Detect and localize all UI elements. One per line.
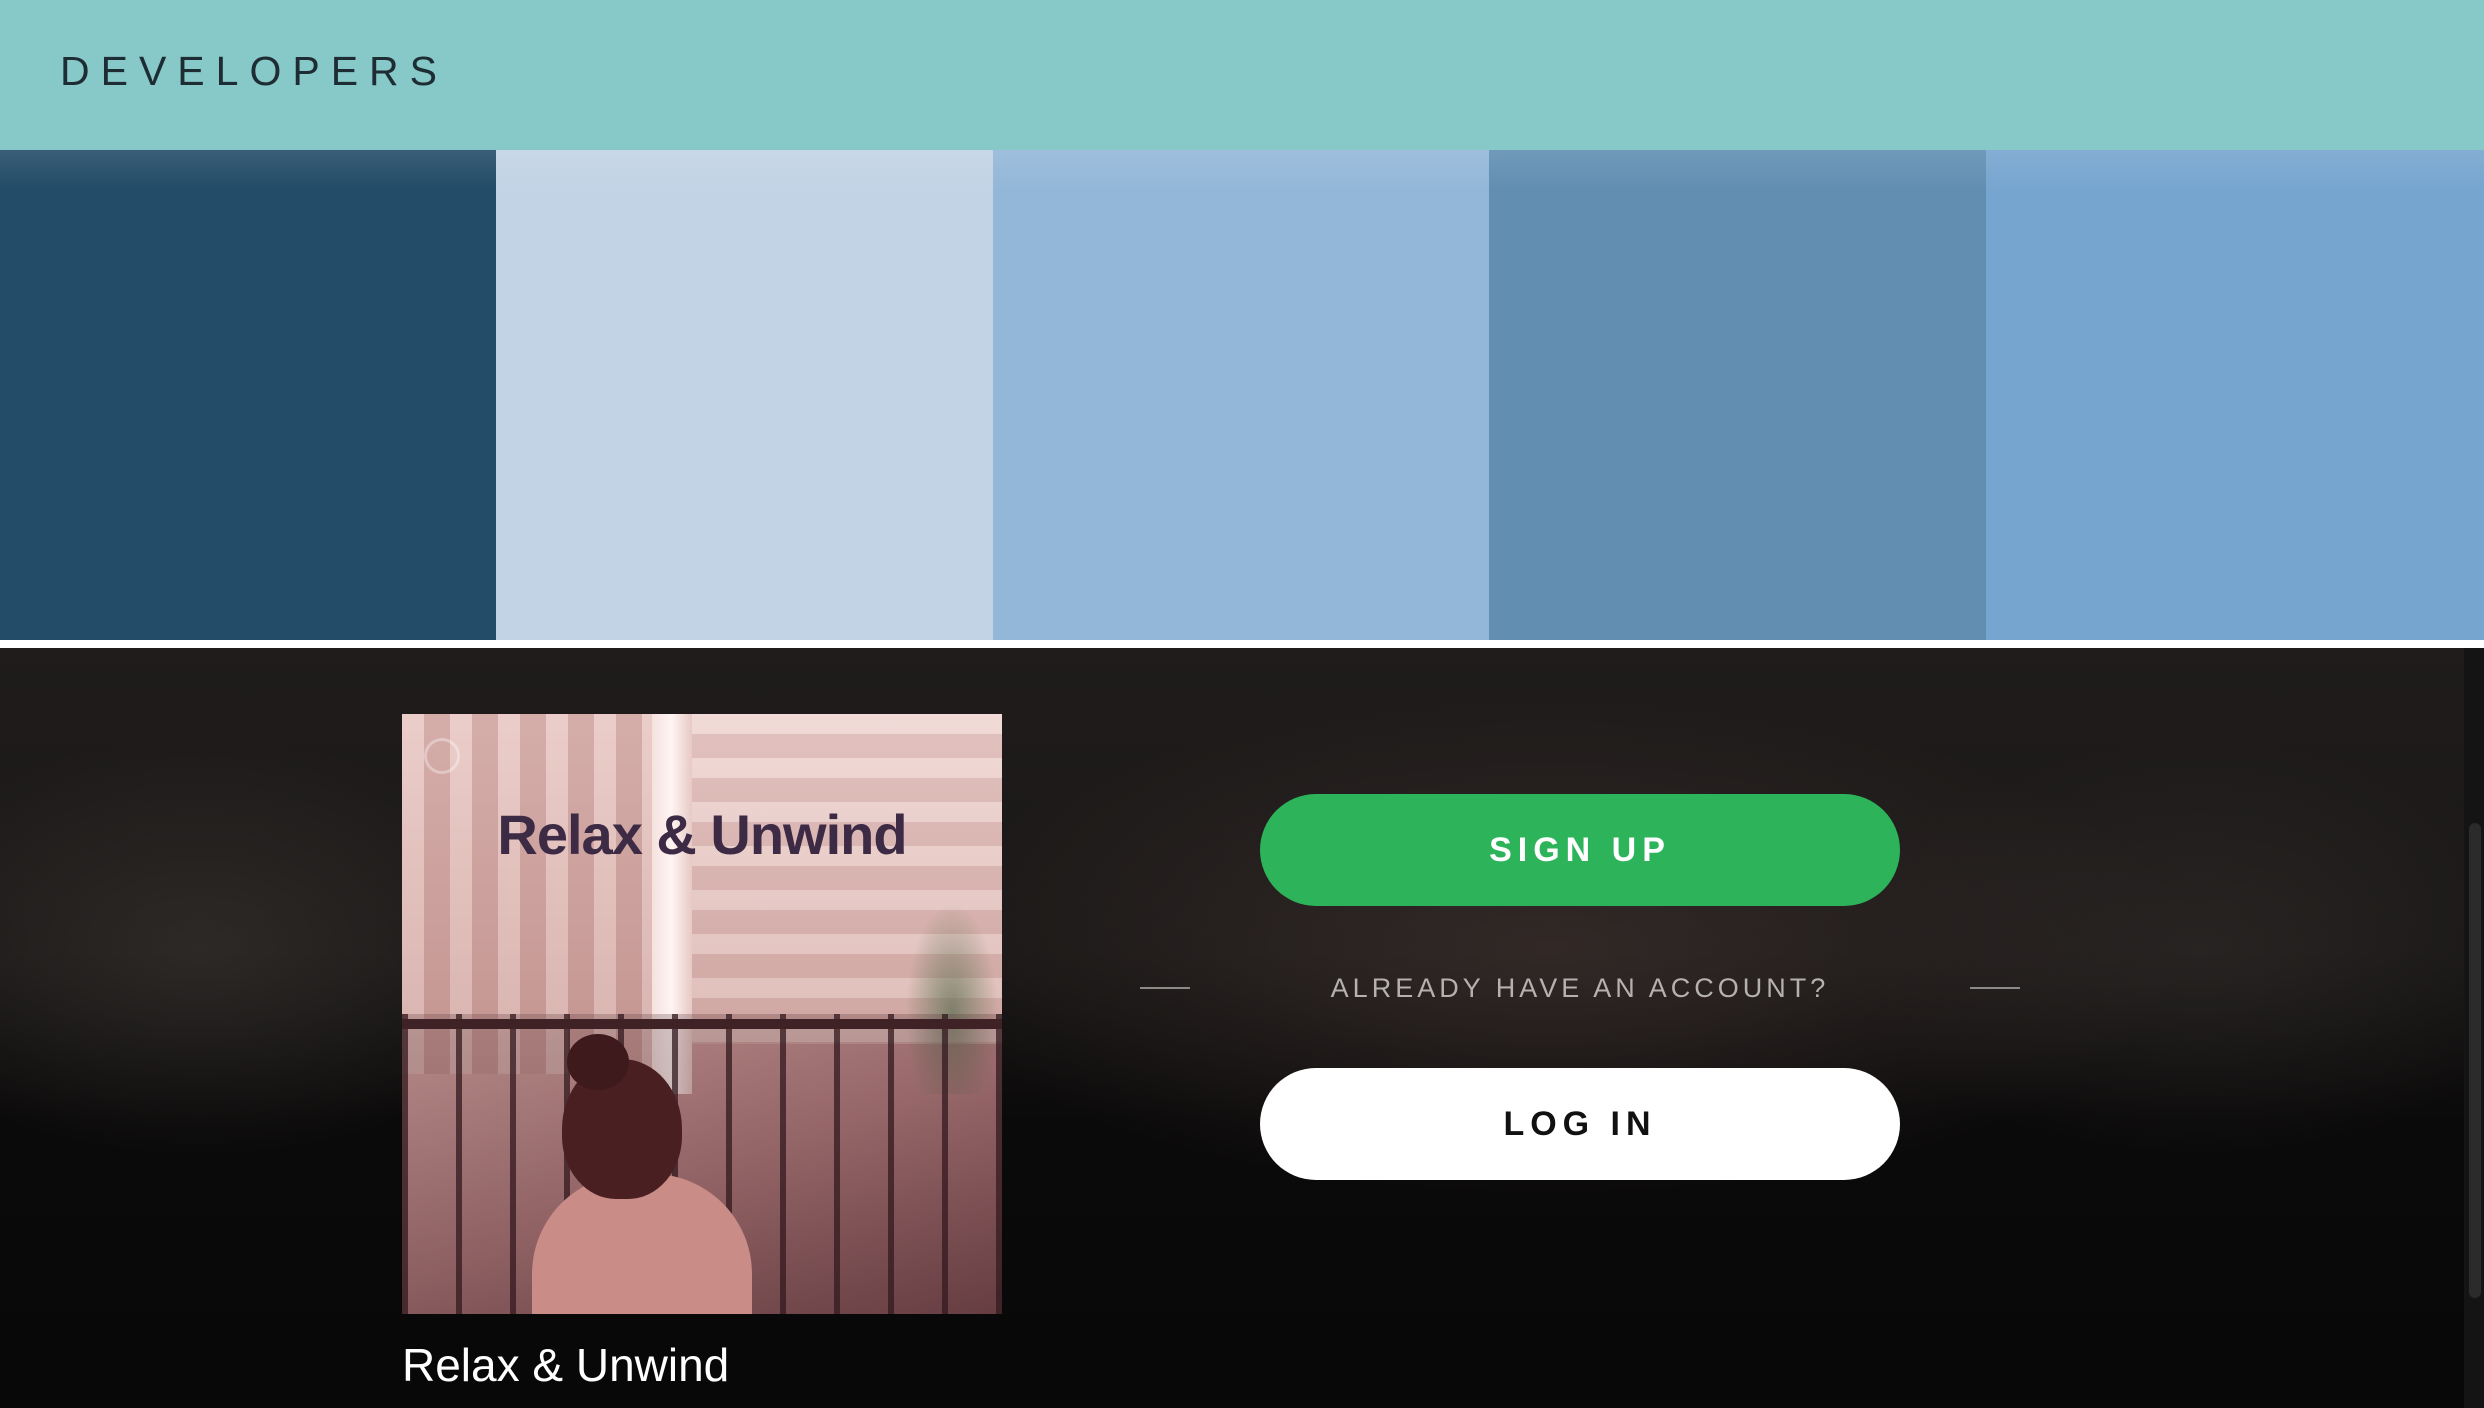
scrollbar-thumb[interactable] <box>2469 823 2481 1298</box>
scrollbar[interactable] <box>2464 648 2484 1408</box>
swatch-deep-navy <box>0 150 496 640</box>
swatch-steel-blue <box>1489 150 1986 640</box>
developers-logo[interactable]: DEVELOPERS <box>60 48 448 95</box>
already-have-account-text: ALREADY HAVE AN ACCOUNT? <box>1330 972 1830 1003</box>
sign-up-button[interactable]: SIGN UP <box>1260 794 1900 906</box>
log-in-button[interactable]: LOG IN <box>1260 1068 1900 1180</box>
cover-person-bun <box>567 1034 629 1090</box>
cover-title: Relax & Unwind <box>497 803 907 866</box>
swatch-light-blue <box>993 150 1489 640</box>
playlist-name[interactable]: Relax & Unwind <box>402 1338 729 1392</box>
section-divider <box>0 640 2484 648</box>
color-palette <box>0 150 2484 640</box>
already-have-account: ALREADY HAVE AN ACCOUNT? <box>1140 968 2020 1008</box>
spotify-embed-player: Relax & Unwind Relax & Unwind SIGN UP AL… <box>0 648 2484 1408</box>
divider-line-right <box>1969 987 2020 989</box>
swatch-sky-blue <box>1986 150 2484 640</box>
spotify-logo-icon <box>424 738 460 774</box>
cover-rail-top <box>402 1019 1002 1029</box>
developers-header: DEVELOPERS <box>0 0 2484 150</box>
divider-line-left <box>1140 987 1190 989</box>
swatch-pale-blue <box>496 150 993 640</box>
playlist-cover-art[interactable]: Relax & Unwind <box>402 714 1002 1314</box>
